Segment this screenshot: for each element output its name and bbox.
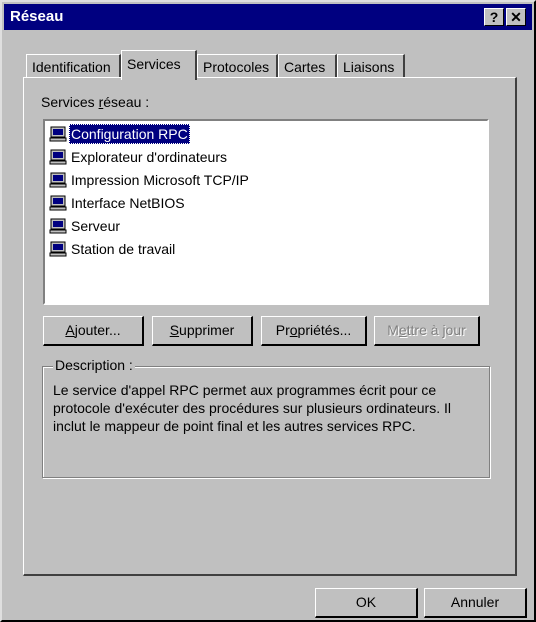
computer-icon <box>49 241 67 257</box>
update-button[interactable]: Mettre à jour <box>374 316 480 346</box>
service-item-label: Interface NetBIOS <box>71 195 185 211</box>
services-listbox[interactable]: Configuration RPC Explorateur d'ordinateu… <box>43 119 489 305</box>
add-button[interactable]: Ajouter... <box>43 316 144 346</box>
description-text: Le service d'appel RPC permet aux progra… <box>53 382 451 434</box>
title-bar[interactable]: Réseau ? ✕ <box>4 4 532 30</box>
tab-label: Liaisons <box>343 59 395 75</box>
network-dialog: Réseau ? ✕ Identification Services Proto… <box>0 0 536 622</box>
close-icon: ✕ <box>510 9 522 25</box>
computer-icon <box>49 218 67 234</box>
computer-icon <box>49 149 67 165</box>
tab-label: Services <box>127 56 181 72</box>
help-button[interactable]: ? <box>484 8 504 26</box>
tab-label: Identification <box>32 59 111 75</box>
properties-button[interactable]: Propriétés... <box>261 316 367 346</box>
computer-icon <box>49 195 67 211</box>
cancel-button[interactable]: Annuler <box>424 588 527 618</box>
service-item-label: Configuration RPC <box>69 124 190 144</box>
tab-services[interactable]: Services <box>121 50 197 80</box>
help-icon: ? <box>489 9 499 25</box>
tab-label: Cartes <box>284 59 326 75</box>
description-group: Description : Le service d'appel RPC per… <box>42 357 490 478</box>
description-legend: Description : <box>53 357 135 373</box>
service-item-label: Station de travail <box>71 241 176 257</box>
computer-icon <box>49 172 67 188</box>
ok-button[interactable]: OK <box>315 588 418 618</box>
service-item-label: Explorateur d'ordinateurs <box>71 149 227 165</box>
tab-label: Protocoles <box>203 59 270 75</box>
services-list-label: Services réseau : <box>41 94 150 110</box>
close-button[interactable]: ✕ <box>506 8 526 26</box>
service-item-label: Impression Microsoft TCP/IP <box>71 172 249 188</box>
remove-button[interactable]: Supprimer <box>152 316 253 346</box>
window-title: Réseau <box>10 8 64 25</box>
service-item-label: Serveur <box>71 218 121 234</box>
computer-icon <box>49 126 67 142</box>
